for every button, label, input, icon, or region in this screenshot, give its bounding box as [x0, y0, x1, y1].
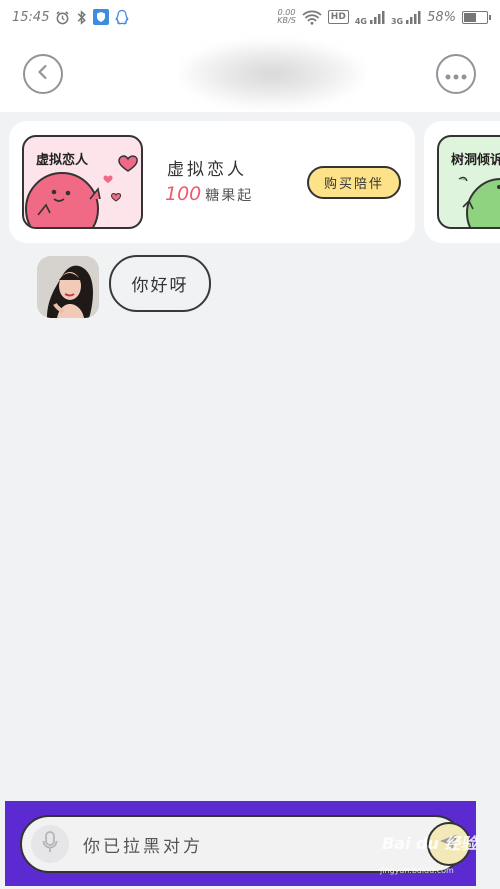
more-button[interactable]	[436, 54, 476, 94]
promo-carousel[interactable]: 虚拟恋人 虚拟恋人 100 糖果起 购买陪伴 树洞倾诉	[0, 121, 500, 243]
promo-thumbnail: 虚拟恋人	[22, 135, 143, 229]
battery-percent: 58%	[427, 9, 456, 25]
ellipsis-icon	[445, 65, 467, 84]
battery-icon	[462, 10, 491, 24]
chat-header	[0, 34, 500, 112]
net-speed-unit: KB/S	[277, 16, 296, 25]
shield-icon	[93, 9, 110, 25]
battery-level-fill	[464, 12, 477, 22]
bluetooth-icon	[76, 9, 87, 25]
message-bubble[interactable]: 你好呀	[109, 255, 211, 312]
baidu-watermark-url: jingyan.baidu.com	[380, 866, 454, 875]
network-type-1: 4G	[354, 16, 367, 26]
page-title-blurred	[180, 40, 364, 108]
baidu-watermark: Bai du 经验	[382, 834, 477, 853]
chevron-left-icon	[34, 63, 52, 85]
back-button[interactable]	[23, 54, 63, 94]
promo-price-suffix: 糖果起	[205, 188, 254, 204]
promo-title: 虚拟恋人	[167, 160, 247, 180]
status-time: 15:45	[12, 9, 50, 25]
pink-character-illustration	[25, 155, 138, 227]
chat-message-row: 你好呀	[0, 253, 500, 323]
hd-badge: HD	[327, 10, 349, 24]
wifi-icon	[302, 10, 322, 25]
avatar-photo	[37, 256, 99, 318]
qq-icon	[115, 9, 129, 25]
promo-card-tree-hole[interactable]: 树洞倾诉	[424, 121, 500, 243]
alarm-icon	[55, 10, 70, 25]
network-type-2: 3G	[390, 16, 404, 26]
promo-thumbnail-2: 树洞倾诉	[437, 135, 500, 229]
avatar[interactable]	[37, 256, 99, 318]
buy-companion-button[interactable]: 购买陪伴	[307, 166, 401, 199]
microphone-icon	[42, 831, 58, 857]
voice-button[interactable]	[31, 825, 69, 863]
status-left: 15:45	[12, 9, 129, 25]
promo-card-virtual-lover[interactable]: 虚拟恋人 虚拟恋人 100 糖果起 购买陪伴	[9, 121, 415, 243]
signal-icon	[369, 10, 385, 25]
green-character-illustration	[458, 176, 500, 227]
net-speed: 0.00 KB/S	[277, 9, 296, 25]
promo-price: 100 糖果起	[165, 183, 253, 205]
status-bar: 15:45 0.00 KB/S HD 4G 3G 58%	[0, 0, 500, 34]
blocked-notice-text: 你已拉黑对方	[83, 837, 203, 857]
signal-icon-2	[405, 10, 421, 25]
promo-price-number: 100	[165, 183, 202, 205]
status-right: 0.00 KB/S HD 4G 3G 58%	[277, 9, 491, 26]
